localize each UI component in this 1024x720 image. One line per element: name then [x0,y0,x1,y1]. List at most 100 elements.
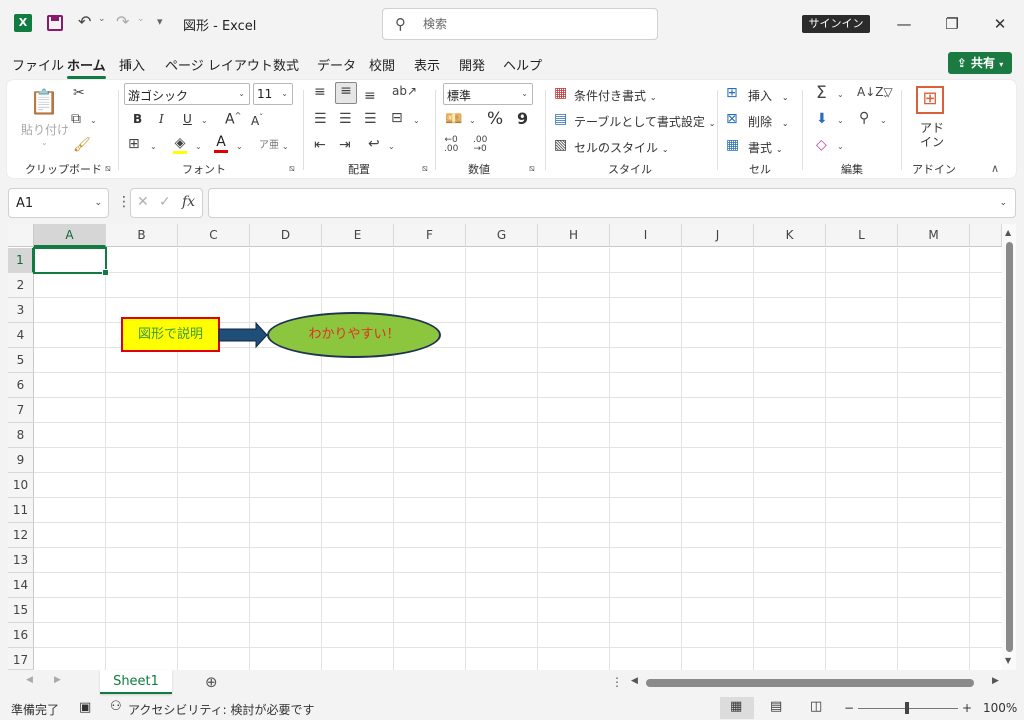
wrap-text-icon[interactable]: ↩ [368,136,380,152]
enter-icon[interactable]: ✓ [159,194,171,210]
formula-input[interactable]: ⌄ [208,188,1016,218]
ellipse-shape[interactable]: わかりやすい！ [267,312,441,358]
underline-button[interactable]: U [183,112,192,126]
column-header[interactable]: B [106,224,178,247]
customize-quick-access-icon[interactable]: ▾ [157,15,163,28]
row-header[interactable]: 11 [8,498,34,523]
row-header[interactable]: 9 [8,448,34,473]
alignment-launcher-icon[interactable]: ⧅ [422,164,428,174]
align-center-icon[interactable]: ☰ [339,111,352,127]
increase-indent-icon[interactable]: ⇥ [339,137,351,153]
cell-area[interactable] [34,248,1002,670]
column-header[interactable] [970,224,1002,247]
tab-help[interactable]: ヘルプ [503,55,542,74]
next-sheet-icon[interactable]: ▶ [54,675,61,685]
tab-home[interactable]: ホーム [67,55,106,79]
insert-cells-icon[interactable]: ⊞ [726,85,738,101]
row-header[interactable]: 5 [8,348,34,373]
column-header[interactable]: D [250,224,322,247]
fill-color-icon[interactable]: ◈ [173,135,187,154]
column-header[interactable]: C [178,224,250,247]
tab-page-layout[interactable]: ページ レイアウト [165,55,273,74]
insert-function-icon[interactable]: fx [182,194,195,210]
row-header[interactable]: 6 [8,373,34,398]
macro-record-icon[interactable]: ▣ [79,700,91,715]
font-color-icon[interactable]: A [214,134,228,153]
column-header[interactable]: G [466,224,538,247]
normal-view-button[interactable]: ▦ [720,697,754,719]
tab-view[interactable]: 表示 [414,55,440,74]
format-cells-button[interactable]: 書式 ⌄ [748,139,783,156]
delete-cells-icon[interactable]: ⊠ [726,111,738,127]
grow-font-button[interactable]: A^ [225,111,241,128]
format-as-table-button[interactable]: テーブルとして書式設定 ⌄ [574,113,715,130]
phonetic-guide-icon[interactable]: ア亜 [259,136,279,151]
decrease-indent-icon[interactable]: ⇤ [314,137,326,153]
row-header[interactable]: 3 [8,298,34,323]
right-arrow-shape[interactable] [218,322,268,348]
find-select-icon[interactable]: ⚲ [859,110,869,126]
row-header[interactable]: 2 [8,273,34,298]
redo-dropdown-icon[interactable]: ⌄ [137,14,145,24]
increase-decimal-icon[interactable]: ←0.00 [444,136,458,154]
shrink-font-button[interactable]: Aˇ [251,113,263,128]
save-icon[interactable] [47,15,63,31]
name-box[interactable]: A1 ⌄ [8,188,109,218]
number-launcher-icon[interactable]: ⧅ [529,164,535,174]
font-name-combo[interactable]: 游ゴシック ⌄ [124,83,250,105]
align-middle-icon[interactable]: ≡ [335,82,357,104]
conditional-formatting-button[interactable]: 条件付き書式 ⌄ [574,87,657,104]
wrap-dropdown-icon[interactable]: ⌄ [388,142,395,151]
scroll-left-icon[interactable]: ◀ [631,676,638,686]
format-as-table-icon[interactable]: ▤ [554,111,567,127]
column-header[interactable]: L [826,224,898,247]
vertical-scrollbar[interactable]: ▲ ▼ [1002,224,1016,670]
active-cell-a1[interactable] [33,247,109,276]
autosum-icon[interactable]: Σ [816,83,827,103]
cell-styles-button[interactable]: セルのスタイル ⌄ [574,139,669,156]
cell-styles-icon[interactable]: ▧ [554,137,567,153]
select-all-corner[interactable] [8,224,34,247]
tab-insert[interactable]: 挿入 [119,55,145,74]
column-header[interactable]: E [322,224,394,247]
share-button[interactable]: ⇪ 共有 ▾ [948,52,1012,74]
scroll-right-icon[interactable]: ▶ [992,676,999,686]
borders-icon[interactable]: ⊞ [128,136,140,152]
accounting-dropdown-icon[interactable]: ⌄ [469,116,476,125]
cut-icon[interactable]: ✂ [73,85,85,101]
font-color-dropdown-icon[interactable]: ⌄ [236,142,243,151]
expand-formula-icon[interactable]: ⌄ [999,198,1007,208]
format-painter-icon[interactable]: 🖌 [73,137,91,153]
format-cells-icon[interactable]: ▦ [726,137,739,153]
percent-style-button[interactable]: % [487,109,503,129]
column-header[interactable]: I [610,224,682,247]
conditional-formatting-icon[interactable]: ▦ [554,85,567,101]
fill-color-dropdown-icon[interactable]: ⌄ [195,142,202,151]
horizontal-scroll-thumb[interactable] [646,679,974,687]
tab-developer[interactable]: 開発 [459,55,485,74]
page-break-view-icon[interactable]: ◫ [810,699,822,714]
delete-cells-button[interactable]: 削除 ⌄ [748,113,789,130]
tab-data[interactable]: データ [317,55,356,74]
row-header[interactable]: 12 [8,523,34,548]
zoom-level[interactable]: 100% [983,701,1017,715]
comma-style-button[interactable]: 9 [517,109,528,128]
row-header[interactable]: 1 [8,248,34,273]
undo-dropdown-icon[interactable]: ⌄ [98,14,106,24]
tab-formulas[interactable]: 数式 [273,55,299,74]
scroll-down-icon[interactable]: ▼ [1005,656,1011,665]
search-input[interactable] [423,15,623,33]
zoom-in-icon[interactable]: + [962,701,972,715]
accessibility-status[interactable]: アクセシビリティ: 検討が必要です [128,701,315,718]
row-header[interactable]: 4 [8,323,34,348]
clear-icon[interactable]: ◇ [816,137,827,153]
align-right-icon[interactable]: ☰ [364,111,377,127]
fill-icon[interactable]: ⬇ [816,111,828,127]
row-header[interactable]: 17 [8,648,34,670]
paste-label[interactable]: 貼り付け [21,121,69,138]
merge-center-icon[interactable]: ⊟ [391,110,403,126]
addins-button[interactable]: アド イン [920,121,944,149]
find-select-dropdown-icon[interactable]: ⌄ [880,116,887,125]
column-header[interactable]: M [898,224,970,247]
zoom-out-icon[interactable]: − [844,701,854,715]
